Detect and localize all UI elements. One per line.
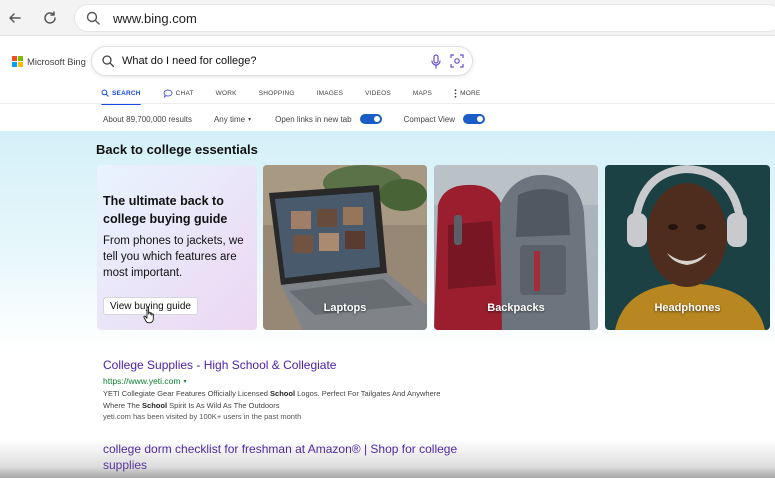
address-bar[interactable]: www.bing.com [74,4,775,32]
chevron-down-icon: ▾ [183,378,187,385]
header-divider [0,103,775,104]
microphone-icon[interactable] [430,54,442,74]
guide-title: The ultimate back to college buying guid… [103,194,228,226]
compact-view-label: Compact View [403,114,456,124]
visual-search-icon[interactable] [450,54,464,73]
chevron-down-icon: ▾ [248,116,252,123]
arrow-left-icon [9,13,21,23]
card-label: Headphones [654,302,721,314]
open-links-toggle[interactable] [359,114,382,124]
search-input[interactable]: What do I need for college? [122,55,257,67]
compact-view-toggle-group: Compact View [403,114,486,124]
chat-icon [163,89,173,98]
tab-work[interactable]: WORK [216,84,237,102]
tab-label: VIDEOS [365,89,391,97]
time-filter-label: Any time [213,114,246,124]
search-icon [85,10,101,26]
url-text: www.bing.com [113,10,197,26]
tab-label: WORK [215,89,237,97]
guide-body: From phones to jackets, we tell you whic… [103,235,244,279]
hand-cursor-icon [143,306,157,329]
microsoft-logo-icon [12,56,24,68]
tab-shopping[interactable]: SHOPPING [259,84,295,102]
tab-search[interactable]: SEARCH [101,84,141,105]
result-visited-note: yeti.com has been visited by 100K+ users… [103,412,302,421]
category-card-headphones[interactable]: Headphones [605,165,770,330]
card-label: Backpacks [487,302,545,314]
bing-logo[interactable]: Microsoft Bing [12,56,86,68]
tab-label: IMAGES [316,89,344,97]
reload-icon [44,11,56,24]
tab-label: SHOPPING [258,89,295,97]
search-result: college dorm checklist for freshman at A… [103,441,463,473]
search-result: College Supplies - High School & Collegi… [103,358,463,421]
browser-toolbar: www.bing.com [0,0,775,36]
reload-button[interactable] [40,8,60,28]
buying-guide-card[interactable]: The ultimate back to college buying guid… [97,165,257,330]
tab-maps[interactable]: MAPS [413,84,432,102]
result-url-text: https://www.yeti.com [103,376,181,386]
result-title-link[interactable]: College Supplies - High School & Collegi… [103,358,463,373]
open-links-toggle-group: Open links in new tab [275,114,382,124]
search-icon [101,54,115,73]
tab-label: MAPS [412,89,433,97]
back-button[interactable] [5,8,25,28]
logo-text: Microsoft Bing [27,56,86,68]
search-icon [101,89,109,97]
time-filter-dropdown[interactable]: Any time ▾ [214,115,251,124]
open-links-label: Open links in new tab [275,114,352,124]
results-count: About 89,700,000 results [103,114,192,124]
result-url[interactable]: https://www.yeti.com ▾ [103,376,463,386]
result-title-link[interactable]: college dorm checklist for freshman at A… [103,441,463,473]
tab-images[interactable]: IMAGES [317,84,343,102]
tab-label: CHAT [175,89,194,97]
card-label: Laptops [323,302,367,314]
tab-label: MORE [460,89,481,97]
search-box[interactable]: What do I need for college? [91,46,473,76]
search-tabs: SEARCH CHAT WORK SHOPPING IMAGES VIDEOS … [101,84,502,105]
category-card-backpacks[interactable]: Backpacks [434,165,598,330]
category-card-laptops[interactable]: Laptops [263,165,427,330]
results-toolbar: About 89,700,000 results Any time ▾ Open… [103,110,507,128]
tab-more[interactable]: MORE [454,84,480,102]
tab-videos[interactable]: VIDEOS [365,84,391,102]
compact-view-toggle[interactable] [463,114,486,124]
tab-chat[interactable]: CHAT [163,84,194,102]
more-vertical-icon [454,88,457,98]
result-snippet: YETI Collegiate Gear Features Officially… [103,389,441,410]
section-title: Back to college essentials [96,142,258,157]
bing-header: Microsoft Bing What do I need for colleg… [0,36,775,105]
tab-label: SEARCH [112,89,141,97]
